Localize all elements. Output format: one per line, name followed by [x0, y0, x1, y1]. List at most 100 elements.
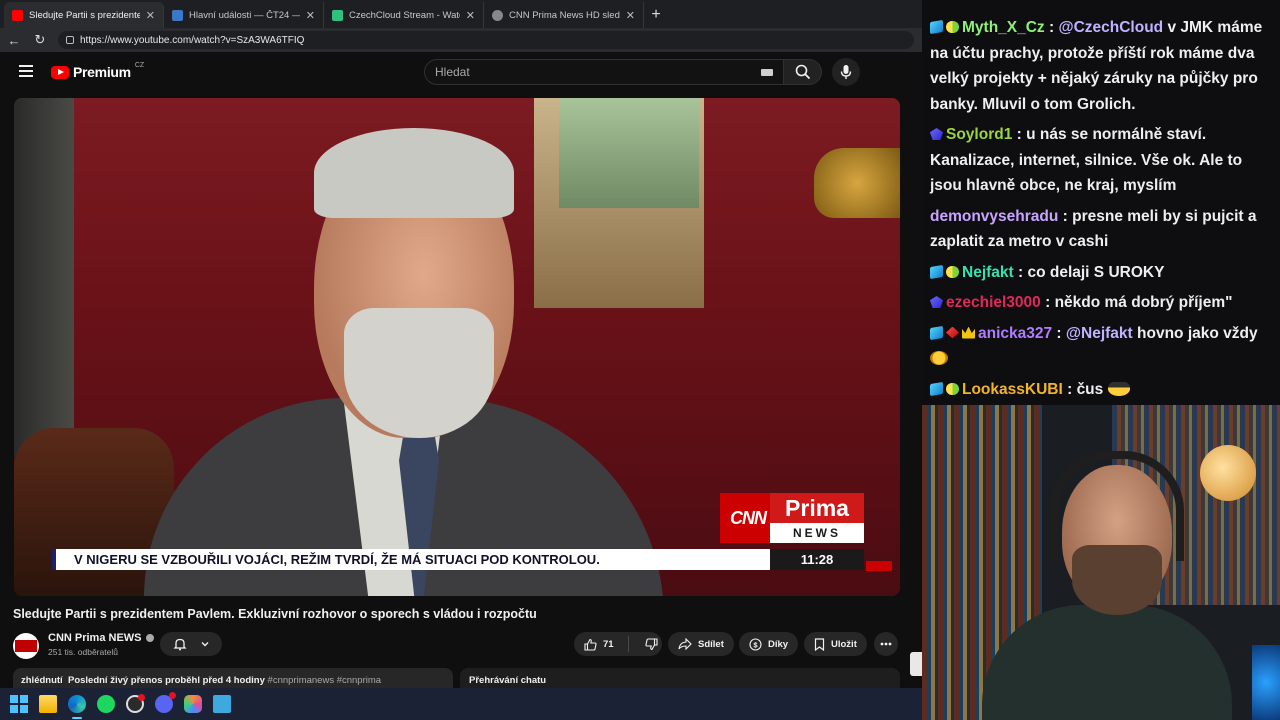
more-horizontal-icon: [880, 642, 892, 646]
photos-app-icon[interactable]: [184, 695, 202, 713]
youtube-favicon-icon: [12, 9, 23, 21]
tab-title: Sledujte Partii s prezidentem Pavlem: [29, 9, 140, 21]
video-player[interactable]: CNN Prima NEWS V NIGERU SE VZBOUŘILI VOJ…: [14, 98, 900, 596]
windows-start-icon[interactable]: [10, 695, 28, 713]
close-tab-icon[interactable]: ✕: [626, 9, 635, 22]
search-button[interactable]: [784, 59, 822, 85]
menu-icon[interactable]: [19, 65, 33, 77]
tab-title: CNN Prima News HD sledujte online: [509, 9, 620, 21]
logo-text: Premium: [73, 64, 131, 80]
save-button[interactable]: Uložit: [804, 632, 867, 656]
thanks-button[interactable]: $ Díky: [739, 632, 799, 656]
chat-username[interactable]: ezechiel3000: [946, 294, 1041, 311]
like-separator: [627, 636, 629, 652]
reload-icon[interactable]: ↻: [32, 32, 48, 48]
tab-title: CzechCloud Stream - Watch Live on Twitch: [349, 9, 460, 21]
pill-badge-icon[interactable]: [946, 382, 959, 395]
cube-badge-icon[interactable]: [930, 19, 943, 35]
pill-badge-icon[interactable]: [946, 265, 959, 278]
browser-tab-2[interactable]: CzechCloud Stream - Watch Live on Twitch…: [324, 2, 484, 28]
file-explorer-icon[interactable]: [39, 695, 57, 713]
like-button[interactable]: 71: [574, 632, 614, 656]
live-info: Poslední živý přenos proběhl před 4 hodi…: [67, 675, 265, 686]
browser-window: Sledujte Partii s prezidentem Pavlem ✕ H…: [0, 0, 922, 720]
browser-tab-1[interactable]: Hlavní události — ČT24 — Česká televize …: [164, 2, 324, 28]
close-tab-icon[interactable]: ✕: [146, 9, 155, 22]
chat-username[interactable]: demonvysehradu: [930, 208, 1058, 225]
tab-bar: Sledujte Partii s prezidentem Pavlem ✕ H…: [0, 0, 922, 28]
youtube-play-icon: [51, 65, 69, 79]
hashtags[interactable]: #cnnprimanews #cnnprima: [268, 675, 382, 686]
channel-name-row[interactable]: CNN Prima NEWS: [48, 632, 154, 644]
obs-icon[interactable]: [126, 694, 145, 713]
search-placeholder: Hledat: [435, 65, 470, 79]
channel-watermark-logo: [866, 561, 892, 571]
super-thanks-icon: $: [749, 637, 762, 651]
site-info-icon[interactable]: [66, 36, 74, 44]
share-button[interactable]: Sdílet: [668, 632, 734, 656]
browser-tab-3[interactable]: CNN Prima News HD sledujte online ✕: [484, 2, 644, 28]
close-tab-icon[interactable]: ✕: [306, 9, 315, 22]
dislike-button[interactable]: [635, 632, 658, 656]
chat-text: co delaji S UROKY: [1027, 263, 1165, 281]
chat-text: někdo má dobrý příjem": [1054, 294, 1233, 311]
crown-badge-icon[interactable]: [962, 326, 975, 339]
share-icon: [678, 638, 692, 650]
grin-emote-icon[interactable]: [930, 351, 948, 365]
thanks-label: Díky: [768, 638, 789, 650]
chat-username[interactable]: LookassKUBI: [962, 381, 1063, 398]
cube-badge-icon[interactable]: [930, 325, 943, 340]
svg-text:$: $: [753, 640, 758, 649]
subscriber-count: 251 tis. odběratelů: [48, 647, 118, 657]
edge-browser-icon[interactable]: [68, 695, 86, 719]
view-count: zhlédnutí: [21, 675, 63, 686]
sub-badge-icon[interactable]: [930, 296, 943, 308]
subscription-bell-button[interactable]: [160, 632, 222, 656]
channel-avatar[interactable]: [13, 633, 39, 659]
chat-username[interactable]: Myth_X_Cz: [962, 19, 1045, 36]
chat-message: Soylord1 : u nás se normálně staví. Kana…: [930, 126, 1243, 194]
url-field[interactable]: https://www.youtube.com/watch?v=SzA3WA6T…: [58, 31, 914, 49]
keyboard-icon[interactable]: [761, 69, 773, 76]
discord-icon[interactable]: [155, 692, 176, 713]
youtube-header: Premium CZ Hledat: [0, 52, 922, 92]
url-text: https://www.youtube.com/watch?v=SzA3WA6T…: [80, 34, 305, 46]
save-label: Uložit: [831, 638, 857, 650]
new-tab-button[interactable]: +: [644, 2, 668, 28]
gem-badge-icon[interactable]: [946, 326, 959, 339]
search-input[interactable]: Hledat: [424, 59, 784, 85]
close-tab-icon[interactable]: ✕: [466, 9, 475, 22]
more-actions-button[interactable]: [874, 632, 898, 656]
twitch-favicon-icon: [332, 9, 343, 21]
notepad-icon[interactable]: [213, 695, 231, 713]
prima-logo: Prima: [770, 493, 864, 523]
browser-tab-0[interactable]: Sledujte Partii s prezidentem Pavlem ✕: [4, 2, 164, 28]
chat-mention[interactable]: @Nejfakt: [1066, 325, 1133, 342]
sub-badge-icon[interactable]: [930, 128, 943, 140]
spotify-icon[interactable]: [97, 695, 115, 713]
chat-text: hovno jako vždy: [1137, 324, 1258, 342]
like-dislike-group: 71: [574, 632, 662, 656]
video-scene-window: [559, 98, 699, 208]
chat-mention[interactable]: @CzechCloud: [1058, 19, 1163, 36]
pill-badge-icon[interactable]: [946, 21, 959, 33]
chat-username[interactable]: anicka327: [978, 325, 1052, 342]
chat-message: anicka327 : @Nejfakt hovno jako vždy: [930, 321, 1272, 372]
bell-icon: [172, 638, 187, 651]
youtube-premium-logo[interactable]: Premium CZ: [51, 62, 144, 80]
chat-username[interactable]: Soylord1: [946, 126, 1012, 143]
notification-dot: [169, 692, 176, 699]
channel-avatar-logo: [15, 640, 37, 652]
channel-name[interactable]: CNN Prima NEWS: [48, 632, 142, 644]
chat-message: LookassKUBI : čus: [930, 377, 1272, 403]
cube-badge-icon[interactable]: [930, 264, 943, 279]
video-title: Sledujte Partii s prezidentem Pavlem. Ex…: [13, 607, 537, 621]
voice-search-button[interactable]: [832, 58, 860, 86]
cube-badge-icon[interactable]: [930, 381, 943, 396]
chat-username[interactable]: Nejfakt: [962, 264, 1014, 281]
side-scroll-handle[interactable]: [910, 652, 922, 676]
news-ticker-time: 11:28: [770, 549, 864, 570]
hat-emote-icon[interactable]: [1107, 381, 1130, 396]
back-arrow-icon[interactable]: ←: [6, 33, 22, 48]
video-scene-ornament: [814, 148, 900, 218]
